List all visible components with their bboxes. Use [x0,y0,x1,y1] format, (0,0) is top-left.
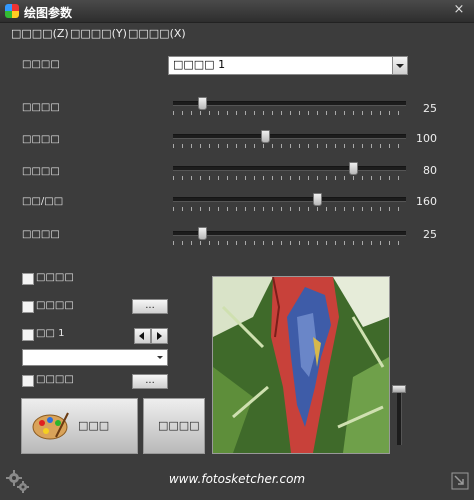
slider-track-4[interactable] [173,197,406,202]
slider-track-1[interactable] [173,101,406,106]
slider-label-2: □□□□ [22,134,60,145]
stop-button-label: □□□□ [158,419,200,432]
slider-track-5[interactable] [173,231,406,236]
close-icon[interactable]: × [452,2,466,18]
dropdown-arrow-icon[interactable] [392,57,407,74]
zoom-slider-thumb[interactable] [392,385,406,393]
frame-dropdown[interactable] [22,349,168,366]
slider-thumb-1[interactable] [197,97,207,110]
option-label-1: □□□□ [36,272,74,283]
settings-gear-icon[interactable] [5,469,31,495]
slider-ticks-5 [173,241,406,245]
slider-label-4: □□/□□ [22,196,64,207]
menu-item-2[interactable]: □□□□(Y) [70,27,127,40]
resize-icon[interactable] [451,472,469,490]
slider-thumb-3[interactable] [349,162,359,175]
browse-button-2[interactable]: ... [132,374,168,389]
right-arrow-button[interactable] [151,328,168,344]
slider-value-3: 80 [423,164,437,177]
title-bar: 绘图参数 × [0,0,474,23]
right-arrow-icon [157,332,162,340]
slider-value-1: 25 [423,102,437,115]
slider-label-3: □□□□ [22,166,60,177]
zoom-track[interactable] [397,385,402,445]
dropdown-arrow-icon[interactable] [157,356,163,359]
website-link[interactable]: www.fotosketcher.com [0,472,474,486]
slider-track-2[interactable] [173,134,406,139]
slider-value-4: 160 [416,195,437,208]
slider-value-5: 25 [423,228,437,241]
draw-button-label: □□□ [78,419,110,432]
preset-dropdown[interactable]: □□□□ 1 [168,56,408,75]
option-checkbox-3[interactable] [22,329,34,341]
option-checkbox-2[interactable] [22,301,34,313]
slider-thumb-5[interactable] [197,227,207,240]
stop-button[interactable]: □□□□ [143,398,205,454]
slider-thumb-4[interactable] [313,193,323,206]
option-label-4: □□□□ [36,374,74,385]
preview-image [212,276,390,454]
slider-value-2: 100 [416,132,437,145]
window-title: 绘图参数 [24,6,73,20]
option-checkbox-1[interactable] [22,273,34,285]
option-checkbox-4[interactable] [22,375,34,387]
menu-item-1[interactable]: □□□□(Z) [11,27,69,40]
slider-ticks-4 [173,207,406,211]
menu-item-3[interactable]: □□□□(X) [128,27,186,40]
slider-ticks-3 [173,176,406,180]
left-arrow-button[interactable] [134,328,151,344]
slider-thumb-2[interactable] [261,130,271,143]
draw-button[interactable]: □□□ [21,398,138,454]
slider-label-1: □□□□ [22,102,60,113]
slider-track-3[interactable] [173,166,406,171]
option-label-3: □□ 1 [36,328,65,339]
preset-label: □□□□ [22,59,60,70]
preset-value: □□□□ 1 [173,58,226,71]
menu-bar: □□□□(Z) □□□□(Y) □□□□(X) [0,24,474,44]
option-label-2: □□□□ [36,300,74,311]
slider-ticks-1 [173,111,406,115]
palette-icon [32,412,69,440]
slider-ticks-2 [173,144,406,148]
app-icon [5,4,19,18]
slider-label-5: □□□□ [22,229,60,240]
browse-button[interactable]: ... [132,299,168,314]
left-arrow-icon [139,332,144,340]
